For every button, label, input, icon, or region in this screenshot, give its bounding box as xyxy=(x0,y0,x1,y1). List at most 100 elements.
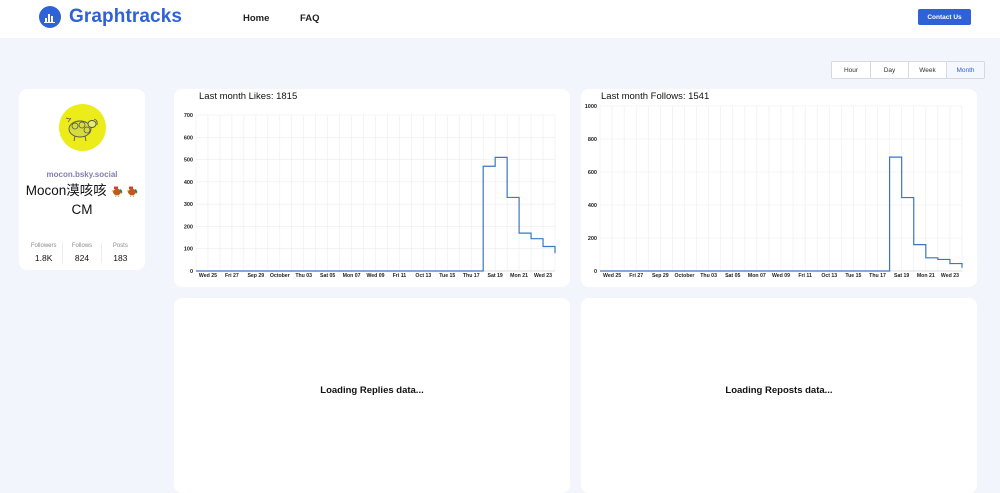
likes-data-point[interactable] xyxy=(387,270,389,272)
likes-data-point[interactable] xyxy=(399,270,401,272)
stat-posts[interactable]: Posts 183 xyxy=(100,243,139,263)
likes-data-point[interactable] xyxy=(435,270,437,272)
follows-y-tick-label: 600 xyxy=(588,170,597,176)
stat-follows-label: Follows xyxy=(71,243,93,249)
follows-x-tick-label: Sat 19 xyxy=(894,273,909,279)
likes-y-tick-label: 200 xyxy=(184,224,193,230)
likes-data-point[interactable] xyxy=(315,270,317,272)
follows-data-point[interactable] xyxy=(599,270,601,272)
likes-data-point[interactable] xyxy=(195,270,197,272)
likes-data-point[interactable] xyxy=(506,197,508,199)
likes-x-tick-label: Sep 29 xyxy=(247,273,264,279)
likes-chart-card: Last month Likes: 1815 0 100 200 300 400 500 6… xyxy=(174,89,570,287)
follows-y-tick-label: 1000 xyxy=(585,104,597,110)
likes-data-point[interactable] xyxy=(279,270,281,272)
follows-x-tick-label: Oct 13 xyxy=(821,273,837,279)
stat-followers[interactable]: Followers 1.8K xyxy=(25,243,62,263)
likes-data-point[interactable] xyxy=(423,270,425,272)
follows-data-point[interactable] xyxy=(672,270,674,272)
follows-data-point[interactable] xyxy=(647,270,649,272)
likes-data-point[interactable] xyxy=(518,232,520,234)
likes-data-point[interactable] xyxy=(375,270,377,272)
follows-data-point[interactable] xyxy=(732,270,734,272)
follows-data-point[interactable] xyxy=(611,270,613,272)
reposts-chart-card: Loading Reposts data... xyxy=(581,298,977,493)
likes-data-point[interactable] xyxy=(207,270,209,272)
follows-data-point[interactable] xyxy=(756,270,758,272)
replies-chart-card: Loading Replies data... xyxy=(174,298,570,493)
likes-data-point[interactable] xyxy=(291,270,293,272)
contact-us-button[interactable]: Contact Us xyxy=(918,9,971,25)
follows-data-point[interactable] xyxy=(635,270,637,272)
likes-x-tick-label: Wed 09 xyxy=(366,273,384,279)
likes-y-tick-label: 300 xyxy=(184,202,193,208)
likes-data-point[interactable] xyxy=(470,270,472,272)
likes-x-tick-label: Sat 19 xyxy=(488,273,503,279)
follows-data-point[interactable] xyxy=(623,270,625,272)
follows-data-point[interactable] xyxy=(877,270,879,272)
likes-data-point[interactable] xyxy=(363,270,365,272)
likes-data-point[interactable] xyxy=(542,246,544,248)
likes-data-point[interactable] xyxy=(243,270,245,272)
likes-x-tick-label: October xyxy=(270,273,290,279)
likes-x-tick-label: Mon 07 xyxy=(343,273,361,279)
follows-data-point[interactable] xyxy=(684,270,686,272)
likes-x-tick-label: Thu 17 xyxy=(463,273,480,279)
likes-x-tick-label: Wed 25 xyxy=(199,273,217,279)
likes-data-point[interactable] xyxy=(447,270,449,272)
likes-data-point[interactable] xyxy=(530,238,532,240)
range-week-button[interactable]: Week xyxy=(908,62,946,78)
follows-data-point[interactable] xyxy=(660,270,662,272)
follows-data-point[interactable] xyxy=(901,197,903,199)
follows-data-point[interactable] xyxy=(804,270,806,272)
follows-data-point[interactable] xyxy=(949,263,951,265)
follows-data-point[interactable] xyxy=(720,270,722,272)
brand-logo[interactable]: Graphtracks xyxy=(39,6,182,28)
replies-loading-text: Loading Replies data... xyxy=(320,385,424,396)
likes-data-point[interactable] xyxy=(339,270,341,272)
likes-data-point[interactable] xyxy=(255,270,257,272)
follows-data-point[interactable] xyxy=(961,267,963,269)
follows-x-tick-label: October xyxy=(675,273,695,279)
follows-data-point[interactable] xyxy=(816,270,818,272)
likes-data-point[interactable] xyxy=(267,270,269,272)
range-month-button[interactable]: Month xyxy=(946,62,984,78)
likes-data-point[interactable] xyxy=(411,270,413,272)
likes-data-point[interactable] xyxy=(458,270,460,272)
likes-data-point[interactable] xyxy=(231,270,233,272)
likes-data-point[interactable] xyxy=(351,270,353,272)
follows-data-point[interactable] xyxy=(841,270,843,272)
range-hour-button[interactable]: Hour xyxy=(832,62,870,78)
follows-y-tick-label: 0 xyxy=(594,269,597,275)
follows-data-point[interactable] xyxy=(828,270,830,272)
likes-x-tick-label: Wed 23 xyxy=(534,273,552,279)
follows-data-point[interactable] xyxy=(865,270,867,272)
stat-follows[interactable]: Follows 824 xyxy=(62,243,100,263)
likes-x-tick-label: Tue 15 xyxy=(439,273,455,279)
follows-data-point[interactable] xyxy=(708,270,710,272)
follows-data-point[interactable] xyxy=(768,270,770,272)
likes-data-point[interactable] xyxy=(554,252,556,254)
likes-data-point[interactable] xyxy=(494,157,496,159)
follows-data-point[interactable] xyxy=(744,270,746,272)
follows-chart[interactable]: 0 200 400 600 800 1000 Wed 25 Fri 27 Sep 29 Octob… xyxy=(581,89,977,287)
follows-x-tick-label: Mon 07 xyxy=(748,273,766,279)
nav-faq-link[interactable]: FAQ xyxy=(300,13,320,24)
follows-data-point[interactable] xyxy=(925,257,927,259)
likes-data-point[interactable] xyxy=(327,270,329,272)
nav-home-link[interactable]: Home xyxy=(243,13,269,24)
range-day-button[interactable]: Day xyxy=(870,62,908,78)
follows-data-point[interactable] xyxy=(696,270,698,272)
profile-handle[interactable]: mocon.bsky.social xyxy=(19,170,145,179)
follows-y-tick-label: 400 xyxy=(588,203,597,209)
follows-data-point[interactable] xyxy=(853,270,855,272)
follows-data-point[interactable] xyxy=(889,156,891,158)
likes-data-point[interactable] xyxy=(219,270,221,272)
follows-data-point[interactable] xyxy=(937,259,939,261)
likes-data-point[interactable] xyxy=(303,270,305,272)
likes-data-point[interactable] xyxy=(482,165,484,167)
follows-data-point[interactable] xyxy=(913,244,915,246)
follows-data-point[interactable] xyxy=(792,270,794,272)
follows-data-point[interactable] xyxy=(780,270,782,272)
likes-chart[interactable]: 0 100 200 300 400 500 600 700 Wed 25 Fri 27 Sep 29… xyxy=(174,89,570,287)
